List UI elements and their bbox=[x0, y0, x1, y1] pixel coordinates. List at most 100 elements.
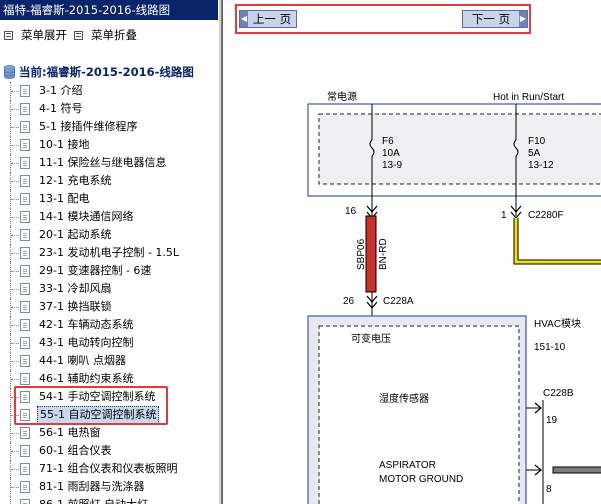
document-icon bbox=[20, 211, 30, 223]
document-icon bbox=[20, 175, 30, 187]
tree-item[interactable]: 44-1 喇叭 点烟器 bbox=[0, 352, 218, 370]
document-icon bbox=[20, 337, 30, 349]
tree-item-label[interactable]: 14-1 模块通信网络 bbox=[37, 209, 135, 225]
tree-root[interactable]: 当前:福睿斯-2015-2016-线路图 bbox=[4, 64, 194, 80]
diagram-pane: ◀ 上一 页 下一 页 ▶ 常电源 Hot in Run/Start F6 10… bbox=[222, 0, 601, 504]
tree-item[interactable]: 3-1 介绍 bbox=[0, 82, 218, 100]
pane-title: 福特-福睿斯-2015-2016-线路图 bbox=[0, 0, 218, 20]
document-icon bbox=[20, 121, 30, 133]
tree-item[interactable]: 11-1 保险丝与继电器信息 bbox=[0, 154, 218, 172]
tree-item-label[interactable]: 23-1 发动机电子控制 - 1.5L bbox=[37, 245, 181, 261]
tree-item[interactable]: 43-1 电动转向控制 bbox=[0, 334, 218, 352]
tree-item-label[interactable]: 5-1 接插件维修程序 bbox=[37, 119, 139, 135]
fuse-f10-rating: 5A bbox=[528, 148, 541, 159]
wire-bnrd-label: BN-RD bbox=[378, 238, 389, 270]
variable-voltage-label: 可变电压 bbox=[351, 332, 391, 345]
tree-item-label[interactable]: 56-1 电热窗 bbox=[37, 425, 102, 441]
wire-red bbox=[365, 215, 377, 293]
document-icon bbox=[20, 247, 30, 259]
tree-connector-line bbox=[11, 271, 19, 272]
tree-item-label[interactable]: 33-1 冷却风扇 bbox=[37, 281, 113, 297]
menu-expand-label: 菜单展开 bbox=[21, 28, 67, 42]
connector-c228b-label: C228B bbox=[543, 388, 574, 399]
tree-item-label[interactable]: 10-1 接地 bbox=[37, 137, 91, 153]
document-icon bbox=[20, 481, 30, 493]
document-icon bbox=[20, 85, 30, 97]
tree-item-label[interactable]: 42-1 车辆动态系统 bbox=[37, 317, 135, 333]
tree-item[interactable]: 20-1 起动系统 bbox=[0, 226, 218, 244]
tree-connector-line bbox=[11, 361, 19, 362]
highlight-box-tree bbox=[14, 386, 168, 425]
expand-icon bbox=[4, 30, 13, 40]
tree-connector-line bbox=[11, 469, 19, 470]
tree-item[interactable]: 60-1 组合仪表 bbox=[0, 442, 218, 460]
tree-item[interactable]: 23-1 发动机电子控制 - 1.5L bbox=[0, 244, 218, 262]
tree-item[interactable]: 29-1 变速器控制 - 6速 bbox=[0, 262, 218, 280]
wire-sbp06-label: SBP06 bbox=[356, 238, 367, 270]
tree-item[interactable]: 13-1 配电 bbox=[0, 190, 218, 208]
tree-connector-line bbox=[11, 199, 19, 200]
tree-item[interactable]: 10-1 接地 bbox=[0, 136, 218, 154]
tree-item[interactable]: 37-1 换挡联锁 bbox=[0, 298, 218, 316]
tree-item[interactable]: 71-1 组合仪表和仪表板照明 bbox=[0, 460, 218, 478]
fuse-f10-location: 13-12 bbox=[528, 160, 554, 171]
database-icon bbox=[4, 65, 15, 79]
tree-item-label[interactable]: 44-1 喇叭 点烟器 bbox=[37, 353, 128, 369]
tree-item[interactable]: 5-1 接插件维修程序 bbox=[0, 118, 218, 136]
tree-item-label[interactable]: 12-1 充电系统 bbox=[37, 173, 113, 189]
pin-19-label: 19 bbox=[546, 415, 558, 426]
pin-8-label: 8 bbox=[546, 484, 552, 495]
label-power-always: 常电源 bbox=[327, 90, 357, 103]
tree-item[interactable]: 42-1 车辆动态系统 bbox=[0, 316, 218, 334]
hvac-module-page-ref: 151-10 bbox=[534, 342, 566, 353]
tree-item-label[interactable]: 46-1 辅助约束系统 bbox=[37, 371, 135, 387]
wire-yellow-outline bbox=[513, 218, 601, 265]
tree-item[interactable]: 81-1 雨刮器与洗涤器 bbox=[0, 478, 218, 496]
tree-connector-line bbox=[11, 289, 19, 290]
tree-item-label[interactable]: 13-1 配电 bbox=[37, 191, 91, 207]
menu-collapse-label: 菜单折叠 bbox=[91, 28, 137, 42]
document-icon bbox=[20, 319, 30, 331]
document-icon bbox=[20, 283, 30, 295]
document-icon bbox=[20, 193, 30, 205]
document-icon bbox=[20, 445, 30, 457]
tree-connector-line bbox=[11, 253, 19, 254]
document-icon bbox=[20, 157, 30, 169]
tree-item[interactable]: 86-1 前照灯 自动大灯 bbox=[0, 496, 218, 504]
tree-item-label[interactable]: 86-1 前照灯 自动大灯 bbox=[37, 497, 150, 504]
document-icon bbox=[20, 499, 30, 504]
tree-connector-line bbox=[11, 451, 19, 452]
document-icon bbox=[20, 265, 30, 277]
label-hot-run: Hot in Run/Start bbox=[493, 92, 564, 103]
tree-item-label[interactable]: 3-1 介绍 bbox=[37, 83, 84, 99]
fuse-box-inner bbox=[318, 113, 601, 185]
tree-item-label[interactable]: 29-1 变速器控制 - 6速 bbox=[37, 263, 153, 279]
document-icon bbox=[20, 139, 30, 151]
tree-item[interactable]: 56-1 电热窗 bbox=[0, 424, 218, 442]
tree-item[interactable]: 4-1 符号 bbox=[0, 100, 218, 118]
fuse-f6-name: F6 bbox=[382, 136, 394, 147]
wiring-diagram: 常电源 Hot in Run/Start F6 10A 13-9 F10 5A … bbox=[307, 90, 601, 504]
tree-item-label[interactable]: 81-1 雨刮器与洗涤器 bbox=[37, 479, 146, 495]
motor-ground-label: MOTOR GROUND bbox=[379, 474, 463, 485]
tree-item-label[interactable]: 71-1 组合仪表和仪表板照明 bbox=[37, 461, 179, 477]
navigation-pane: 福特-福睿斯-2015-2016-线路图 菜单展开 菜单折叠 当前:福睿斯-20… bbox=[0, 0, 218, 504]
tree-item-label[interactable]: 4-1 符号 bbox=[37, 101, 84, 117]
tree-item[interactable]: 12-1 充电系统 bbox=[0, 172, 218, 190]
tree-item[interactable]: 14-1 模块通信网络 bbox=[0, 208, 218, 226]
tree-item-label[interactable]: 60-1 组合仪表 bbox=[37, 443, 113, 459]
menu-collapse-button[interactable]: 菜单折叠 bbox=[74, 27, 137, 43]
document-icon bbox=[20, 355, 30, 367]
menu-expand-button[interactable]: 菜单展开 bbox=[4, 27, 67, 43]
connector-c2280f-label: C2280F bbox=[528, 210, 564, 221]
document-icon bbox=[20, 229, 30, 241]
fuse-f6-rating: 10A bbox=[382, 148, 400, 159]
tree-item-label[interactable]: 20-1 起动系统 bbox=[37, 227, 113, 243]
tree-item-label[interactable]: 11-1 保险丝与继电器信息 bbox=[37, 155, 168, 171]
fuse-f10-name: F10 bbox=[528, 136, 546, 147]
tree-connector-line bbox=[11, 379, 19, 380]
tree-item[interactable]: 33-1 冷却风扇 bbox=[0, 280, 218, 298]
tree-connector-line bbox=[11, 163, 19, 164]
tree-item-label[interactable]: 43-1 电动转向控制 bbox=[37, 335, 135, 351]
tree-item-label[interactable]: 37-1 换挡联锁 bbox=[37, 299, 113, 315]
